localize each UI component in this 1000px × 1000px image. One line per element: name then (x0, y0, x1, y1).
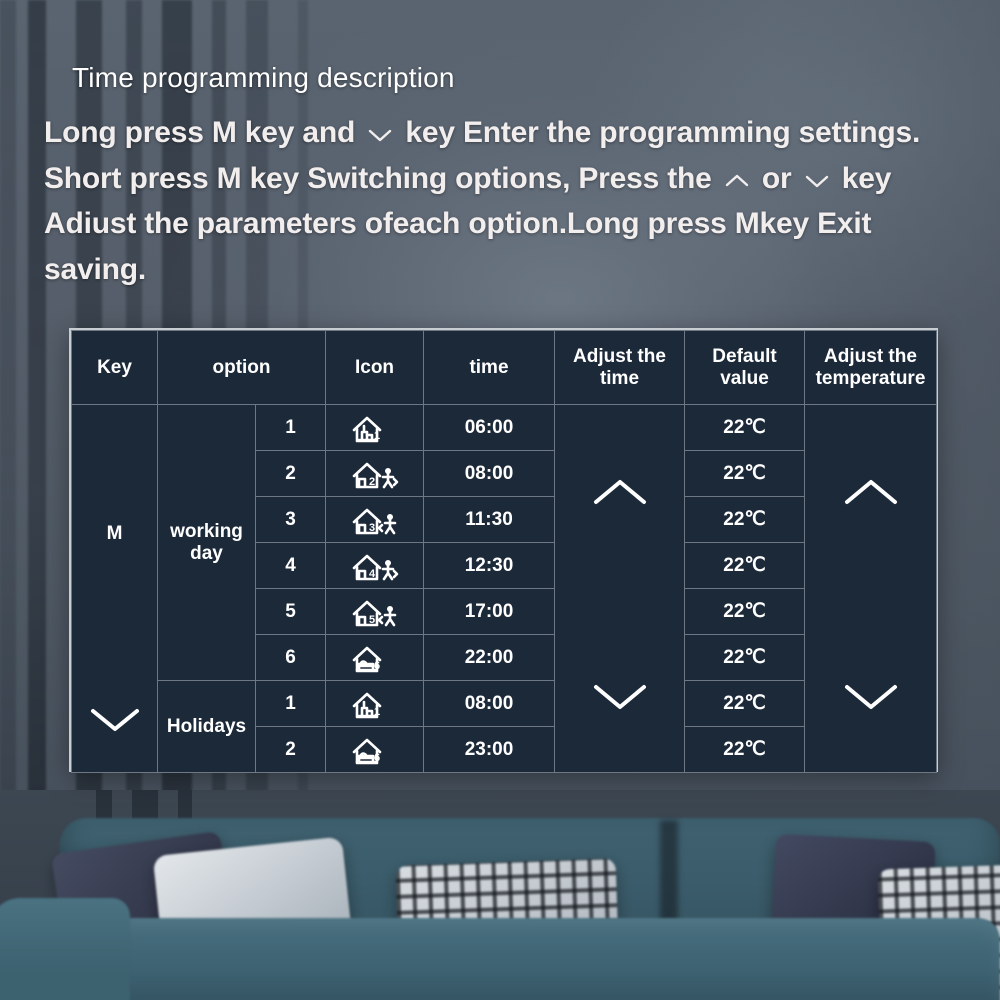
row-number-cell: 2 (255, 450, 326, 497)
icon-glyph: 4 (352, 554, 398, 580)
icon-cell-house-chair-1: 1 (325, 404, 424, 451)
default-value-cell[interactable]: 22℃ (684, 542, 805, 589)
sofa-photo (0, 790, 1000, 1000)
row-number-cell: 4 (255, 542, 326, 589)
key-label: M (106, 523, 123, 544)
time-cell[interactable]: 11:30 (423, 496, 555, 543)
icon-cell-house-person-out-4: 4 (325, 542, 424, 589)
chevron-up-icon[interactable] (592, 477, 648, 507)
time-cell[interactable]: 23:00 (423, 726, 555, 773)
adjust-time-cell[interactable] (554, 404, 685, 773)
header-adjust-the-time: Adjust the time (554, 330, 685, 405)
icon-cell-house-person-in-5: 5 (325, 588, 424, 635)
header-option: option (157, 330, 326, 405)
icon-glyph: 6 (352, 646, 381, 672)
time-cell[interactable]: 06:00 (423, 404, 555, 451)
time-cell[interactable]: 08:00 (423, 680, 555, 727)
header-icon: Icon (325, 330, 424, 405)
description-line-1-before: Long press M key and (44, 116, 364, 149)
description-line-1-after: key Enter the programming settings. (397, 116, 921, 149)
svg-text:6: 6 (373, 752, 379, 764)
chevron-down-icon[interactable] (843, 682, 899, 712)
description-line-2: Short press M key Switching options, Pre… (44, 156, 992, 202)
time-cell[interactable]: 22:00 (423, 634, 555, 681)
row-number-cell: 2 (255, 726, 326, 773)
description-title: Time programming description (72, 62, 455, 93)
option-cell-working-day: working day (157, 404, 256, 681)
chevron-down-icon (369, 129, 392, 142)
row-number-cell: 5 (255, 588, 326, 635)
icon-cell-house-person-in-3: 3 (325, 496, 424, 543)
icon-glyph: 1 (352, 692, 381, 718)
description-line-1: Long press M key and key Enter the progr… (44, 110, 992, 156)
row-number-cell: 6 (255, 634, 326, 681)
table-body: M working day 1 1 06:00 22℃ 2 2 08:00 22… (71, 404, 937, 773)
icon-glyph: 3 (352, 508, 396, 534)
header-default-value: Default value (684, 330, 805, 405)
default-value-cell[interactable]: 22℃ (684, 588, 805, 635)
time-cell[interactable]: 08:00 (423, 450, 555, 497)
svg-text:4: 4 (368, 568, 375, 580)
svg-text:5: 5 (368, 614, 374, 626)
description-line-2-mid: or (753, 161, 800, 195)
chevron-down-icon[interactable] (592, 682, 648, 712)
description-line-2-before: Short press M key Switching options, Pre… (44, 161, 720, 195)
row-number-cell: 3 (255, 496, 326, 543)
header-key: Key (71, 330, 158, 405)
default-value-cell[interactable]: 22℃ (684, 496, 805, 543)
description-block: Time programming description Long press … (44, 62, 992, 292)
chevron-down-icon[interactable] (89, 706, 141, 734)
svg-text:2: 2 (368, 476, 374, 488)
chevron-up-icon[interactable] (843, 477, 899, 507)
time-cell[interactable]: 12:30 (423, 542, 555, 589)
wall-panel-stripe (0, 0, 16, 830)
icon-glyph: 5 (352, 600, 396, 626)
icon-glyph: 2 (352, 462, 398, 488)
description-body: Long press M key and key Enter the progr… (44, 110, 992, 292)
default-value-cell[interactable]: 22℃ (684, 404, 805, 451)
programming-table: Key option Icon time Adjust the time Def… (69, 328, 938, 773)
row-number-cell: 1 (255, 404, 326, 451)
chevron-down-icon (805, 175, 828, 187)
table-row: M working day 1 1 06:00 22℃ (71, 404, 937, 773)
description-line-2-after: key (833, 161, 892, 195)
row-number-cell: 1 (255, 680, 326, 727)
svg-text:3: 3 (368, 522, 374, 534)
sofa-armrest (0, 898, 130, 1000)
svg-text:1: 1 (373, 430, 379, 442)
adjust-temperature-cell[interactable] (804, 404, 937, 773)
header-adjust-the-temperature: Adjust the temperature (804, 330, 937, 405)
icon-glyph: 6 (352, 738, 381, 764)
chevron-up-icon (725, 174, 748, 186)
time-cell[interactable]: 17:00 (423, 588, 555, 635)
icon-cell-house-person-out-2: 2 (325, 450, 424, 497)
default-value-cell[interactable]: 22℃ (684, 634, 805, 681)
default-value-cell[interactable]: 22℃ (684, 726, 805, 773)
icon-cell-house-bed-6: 6 (325, 634, 424, 681)
description-line-4: saving. (44, 252, 146, 286)
svg-text:6: 6 (373, 660, 379, 672)
default-value-cell[interactable]: 22℃ (684, 450, 805, 497)
icon-glyph: 1 (352, 416, 381, 442)
sofa-seat (0, 918, 1000, 1000)
svg-text:1: 1 (373, 706, 379, 718)
table-header-row: Key option Icon time Adjust the time Def… (71, 330, 937, 405)
icon-cell-house-chair-1: 1 (325, 680, 424, 727)
icon-cell-house-bed-6: 6 (325, 726, 424, 773)
option-cell-holidays: Holidays (157, 680, 256, 773)
product-instruction-image: Time programming description Long press … (0, 0, 1000, 1000)
description-line-3: Adiust the parameters ofeach option.Long… (44, 207, 872, 241)
key-cell-m[interactable]: M (71, 404, 158, 773)
header-time: time (423, 330, 555, 405)
default-value-cell[interactable]: 22℃ (684, 680, 805, 727)
